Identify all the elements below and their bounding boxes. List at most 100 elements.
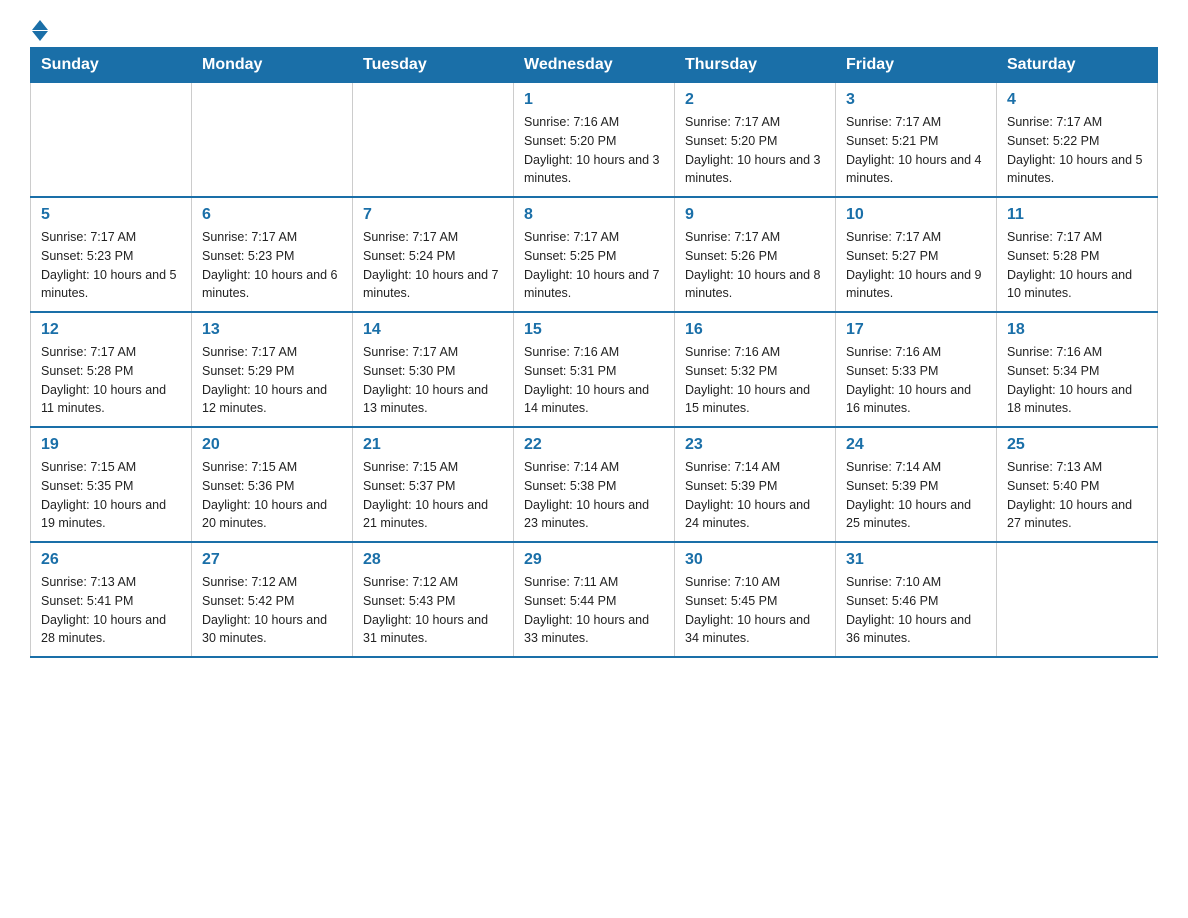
calendar-cell: 10 Sunrise: 7:17 AM Sunset: 5:27 PM Dayli… bbox=[836, 197, 997, 312]
calendar-cell: 15 Sunrise: 7:16 AM Sunset: 5:31 PM Dayli… bbox=[514, 312, 675, 427]
page-header bbox=[30, 20, 1158, 37]
day-number: 24 bbox=[846, 436, 986, 454]
calendar-cell: 21 Sunrise: 7:15 AM Sunset: 5:37 PM Dayli… bbox=[353, 427, 514, 542]
calendar-cell: 25 Sunrise: 7:13 AM Sunset: 5:40 PM Dayli… bbox=[997, 427, 1158, 542]
calendar-cell: 2Sunrise: 7:17 AM Sunset: 5:20 PM Daylig… bbox=[675, 83, 836, 198]
calendar-cell: 24 Sunrise: 7:14 AM Sunset: 5:39 PM Dayli… bbox=[836, 427, 997, 542]
day-number: 28 bbox=[363, 551, 503, 569]
day-info: Sunrise: 7:16 AM Sunset: 5:34 PM Dayligh… bbox=[1007, 343, 1147, 418]
day-number: 18 bbox=[1007, 321, 1147, 339]
calendar-cell: 29Sunrise: 7:11 AM Sunset: 5:44 PM Dayli… bbox=[514, 542, 675, 657]
day-info: Sunrise: 7:17 AM Sunset: 5:25 PM Dayligh… bbox=[524, 228, 664, 303]
day-info: Sunrise: 7:15 AM Sunset: 5:37 PM Dayligh… bbox=[363, 458, 503, 533]
day-info: Sunrise: 7:17 AM Sunset: 5:30 PM Dayligh… bbox=[363, 343, 503, 418]
calendar-table: SundayMondayTuesdayWednesdayThursdayFrid… bbox=[30, 47, 1158, 658]
day-number: 14 bbox=[363, 321, 503, 339]
day-number: 30 bbox=[685, 551, 825, 569]
day-number: 5 bbox=[41, 206, 181, 224]
day-number: 31 bbox=[846, 551, 986, 569]
day-number: 20 bbox=[202, 436, 342, 454]
day-number: 27 bbox=[202, 551, 342, 569]
day-info: Sunrise: 7:13 AM Sunset: 5:41 PM Dayligh… bbox=[41, 573, 181, 648]
day-info: Sunrise: 7:10 AM Sunset: 5:45 PM Dayligh… bbox=[685, 573, 825, 648]
day-info: Sunrise: 7:17 AM Sunset: 5:22 PM Dayligh… bbox=[1007, 113, 1147, 188]
day-info: Sunrise: 7:10 AM Sunset: 5:46 PM Dayligh… bbox=[846, 573, 986, 648]
calendar-cell: 3 Sunrise: 7:17 AM Sunset: 5:21 PM Daylig… bbox=[836, 83, 997, 198]
weekday-header-tuesday: Tuesday bbox=[353, 48, 514, 83]
day-info: Sunrise: 7:12 AM Sunset: 5:42 PM Dayligh… bbox=[202, 573, 342, 648]
calendar-week-row: 19 Sunrise: 7:15 AM Sunset: 5:35 PM Dayli… bbox=[31, 427, 1158, 542]
weekday-header-row: SundayMondayTuesdayWednesdayThursdayFrid… bbox=[31, 48, 1158, 83]
weekday-header-friday: Friday bbox=[836, 48, 997, 83]
calendar-cell: 19 Sunrise: 7:15 AM Sunset: 5:35 PM Dayli… bbox=[31, 427, 192, 542]
calendar-cell: 14 Sunrise: 7:17 AM Sunset: 5:30 PM Dayli… bbox=[353, 312, 514, 427]
calendar-cell: 31 Sunrise: 7:10 AM Sunset: 5:46 PM Dayli… bbox=[836, 542, 997, 657]
day-info: Sunrise: 7:16 AM Sunset: 5:20 PM Dayligh… bbox=[524, 113, 664, 188]
logo-triangle-down bbox=[32, 31, 48, 41]
day-number: 25 bbox=[1007, 436, 1147, 454]
day-info: Sunrise: 7:14 AM Sunset: 5:38 PM Dayligh… bbox=[524, 458, 664, 533]
day-info: Sunrise: 7:14 AM Sunset: 5:39 PM Dayligh… bbox=[846, 458, 986, 533]
day-info: Sunrise: 7:17 AM Sunset: 5:26 PM Dayligh… bbox=[685, 228, 825, 303]
calendar-cell: 6 Sunrise: 7:17 AM Sunset: 5:23 PM Daylig… bbox=[192, 197, 353, 312]
day-number: 17 bbox=[846, 321, 986, 339]
calendar-cell: 12 Sunrise: 7:17 AM Sunset: 5:28 PM Dayli… bbox=[31, 312, 192, 427]
logo-icon bbox=[30, 20, 48, 37]
calendar-cell: 18 Sunrise: 7:16 AM Sunset: 5:34 PM Dayli… bbox=[997, 312, 1158, 427]
weekday-header-thursday: Thursday bbox=[675, 48, 836, 83]
day-number: 12 bbox=[41, 321, 181, 339]
calendar-header: SundayMondayTuesdayWednesdayThursdayFrid… bbox=[31, 48, 1158, 83]
day-info: Sunrise: 7:11 AM Sunset: 5:44 PM Dayligh… bbox=[524, 573, 664, 648]
day-number: 15 bbox=[524, 321, 664, 339]
day-info: Sunrise: 7:17 AM Sunset: 5:24 PM Dayligh… bbox=[363, 228, 503, 303]
day-info: Sunrise: 7:17 AM Sunset: 5:28 PM Dayligh… bbox=[41, 343, 181, 418]
day-info: Sunrise: 7:17 AM Sunset: 5:21 PM Dayligh… bbox=[846, 113, 986, 188]
logo bbox=[30, 20, 48, 37]
calendar-cell: 30 Sunrise: 7:10 AM Sunset: 5:45 PM Dayli… bbox=[675, 542, 836, 657]
calendar-cell: 13Sunrise: 7:17 AM Sunset: 5:29 PM Dayli… bbox=[192, 312, 353, 427]
day-info: Sunrise: 7:17 AM Sunset: 5:28 PM Dayligh… bbox=[1007, 228, 1147, 303]
calendar-cell: 17 Sunrise: 7:16 AM Sunset: 5:33 PM Dayli… bbox=[836, 312, 997, 427]
calendar-cell: 26Sunrise: 7:13 AM Sunset: 5:41 PM Dayli… bbox=[31, 542, 192, 657]
calendar-cell: 9 Sunrise: 7:17 AM Sunset: 5:26 PM Daylig… bbox=[675, 197, 836, 312]
day-info: Sunrise: 7:17 AM Sunset: 5:27 PM Dayligh… bbox=[846, 228, 986, 303]
calendar-cell bbox=[192, 83, 353, 198]
calendar-cell bbox=[31, 83, 192, 198]
day-number: 8 bbox=[524, 206, 664, 224]
calendar-cell: 11Sunrise: 7:17 AM Sunset: 5:28 PM Dayli… bbox=[997, 197, 1158, 312]
calendar-cell: 20 Sunrise: 7:15 AM Sunset: 5:36 PM Dayli… bbox=[192, 427, 353, 542]
day-number: 10 bbox=[846, 206, 986, 224]
calendar-week-row: 26Sunrise: 7:13 AM Sunset: 5:41 PM Dayli… bbox=[31, 542, 1158, 657]
weekday-header-saturday: Saturday bbox=[997, 48, 1158, 83]
day-info: Sunrise: 7:16 AM Sunset: 5:31 PM Dayligh… bbox=[524, 343, 664, 418]
calendar-cell: 28 Sunrise: 7:12 AM Sunset: 5:43 PM Dayli… bbox=[353, 542, 514, 657]
day-info: Sunrise: 7:15 AM Sunset: 5:36 PM Dayligh… bbox=[202, 458, 342, 533]
day-info: Sunrise: 7:13 AM Sunset: 5:40 PM Dayligh… bbox=[1007, 458, 1147, 533]
calendar-cell: 22Sunrise: 7:14 AM Sunset: 5:38 PM Dayli… bbox=[514, 427, 675, 542]
day-number: 6 bbox=[202, 206, 342, 224]
calendar-body: 1Sunrise: 7:16 AM Sunset: 5:20 PM Daylig… bbox=[31, 83, 1158, 658]
day-number: 4 bbox=[1007, 91, 1147, 109]
day-info: Sunrise: 7:15 AM Sunset: 5:35 PM Dayligh… bbox=[41, 458, 181, 533]
calendar-cell: 7 Sunrise: 7:17 AM Sunset: 5:24 PM Daylig… bbox=[353, 197, 514, 312]
day-number: 16 bbox=[685, 321, 825, 339]
calendar-cell: 23Sunrise: 7:14 AM Sunset: 5:39 PM Dayli… bbox=[675, 427, 836, 542]
day-info: Sunrise: 7:12 AM Sunset: 5:43 PM Dayligh… bbox=[363, 573, 503, 648]
calendar-week-row: 12 Sunrise: 7:17 AM Sunset: 5:28 PM Dayli… bbox=[31, 312, 1158, 427]
calendar-cell: 8 Sunrise: 7:17 AM Sunset: 5:25 PM Daylig… bbox=[514, 197, 675, 312]
day-number: 9 bbox=[685, 206, 825, 224]
day-info: Sunrise: 7:17 AM Sunset: 5:23 PM Dayligh… bbox=[41, 228, 181, 303]
calendar-cell bbox=[997, 542, 1158, 657]
day-number: 7 bbox=[363, 206, 503, 224]
day-number: 3 bbox=[846, 91, 986, 109]
weekday-header-wednesday: Wednesday bbox=[514, 48, 675, 83]
day-number: 19 bbox=[41, 436, 181, 454]
calendar-cell bbox=[353, 83, 514, 198]
day-info: Sunrise: 7:17 AM Sunset: 5:23 PM Dayligh… bbox=[202, 228, 342, 303]
day-info: Sunrise: 7:17 AM Sunset: 5:20 PM Dayligh… bbox=[685, 113, 825, 188]
day-number: 13 bbox=[202, 321, 342, 339]
calendar-week-row: 1Sunrise: 7:16 AM Sunset: 5:20 PM Daylig… bbox=[31, 83, 1158, 198]
day-number: 21 bbox=[363, 436, 503, 454]
day-info: Sunrise: 7:16 AM Sunset: 5:33 PM Dayligh… bbox=[846, 343, 986, 418]
calendar-cell: 1Sunrise: 7:16 AM Sunset: 5:20 PM Daylig… bbox=[514, 83, 675, 198]
